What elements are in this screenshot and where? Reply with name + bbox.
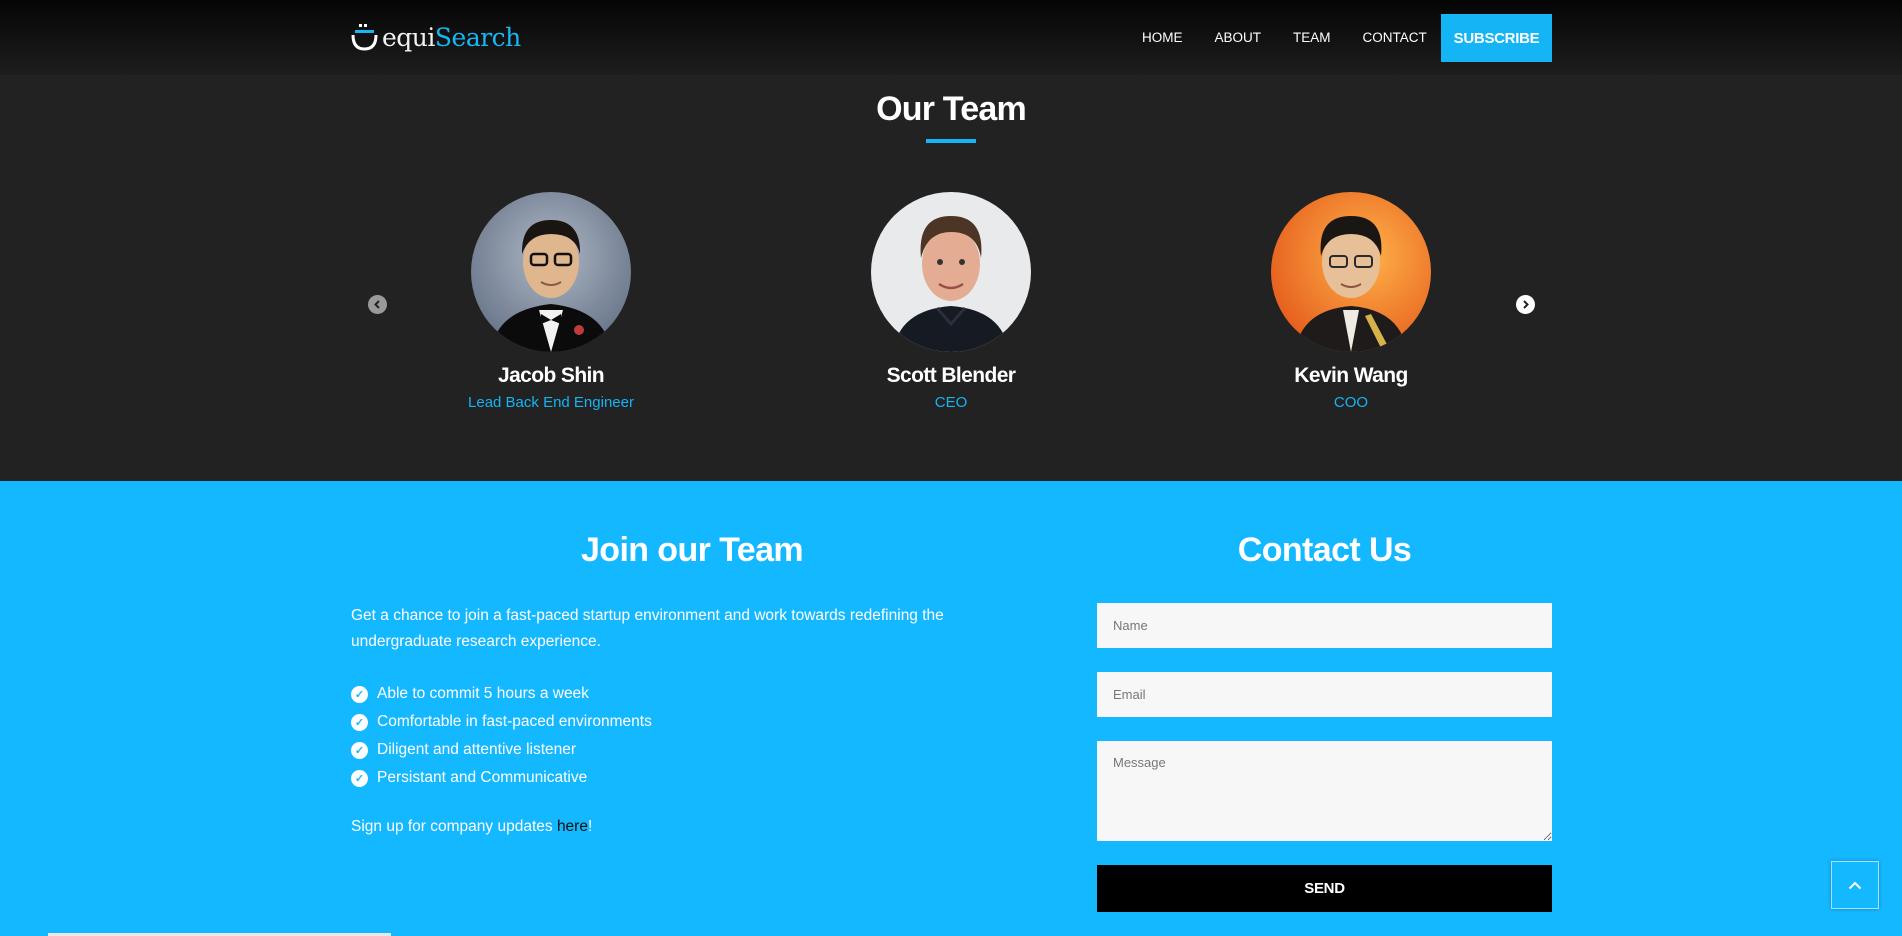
equisearch-logo-icon <box>351 22 378 52</box>
subscribe-button[interactable]: SUBSCRIBE <box>1441 14 1552 62</box>
requirement-text: Able to commit 5 hours a week <box>377 685 589 702</box>
signup-suffix: ! <box>587 818 593 835</box>
message-textarea[interactable] <box>1097 741 1552 841</box>
nav-about[interactable]: ABOUT <box>1215 30 1262 45</box>
team-member-card: Jacob Shin Lead Back End Engineer <box>431 192 671 411</box>
nav-team[interactable]: TEAM <box>1293 30 1331 45</box>
member-role: Lead Back End Engineer <box>468 394 634 411</box>
check-circle-icon: ✓ <box>351 713 368 731</box>
nav-menu: HOME ABOUT TEAM CONTACT <box>1142 30 1459 45</box>
join-description: Get a chance to join a fast-paced startu… <box>351 607 944 650</box>
list-item: ✓ Persistant and Communicative <box>351 764 652 792</box>
scroll-to-top-button[interactable] <box>1831 861 1879 909</box>
team-section: Our Team Jacob Shin Lead Back End Engine… <box>0 75 1902 481</box>
team-member-card: Scott Blender CEO <box>831 192 1071 411</box>
logo-text-light: equi <box>382 22 435 52</box>
signup-prefix: Sign up for company updates <box>351 818 557 835</box>
signup-text: Sign up for company updates here! <box>351 818 592 836</box>
carousel-next-icon[interactable] <box>1516 295 1535 314</box>
join-contact-section: Join our Team Get a chance to join a fas… <box>0 481 1902 936</box>
avatar <box>471 192 631 352</box>
requirement-text: Comfortable in fast-paced environments <box>377 713 652 730</box>
team-title: Our Team <box>876 90 1027 128</box>
brand-logo[interactable]: equiSearch <box>351 22 521 52</box>
list-item: ✓ Comfortable in fast-paced environments <box>351 708 652 736</box>
name-input[interactable] <box>1097 603 1552 648</box>
member-name: Scott Blender <box>886 364 1016 387</box>
check-circle-icon: ✓ <box>351 769 368 787</box>
carousel-prev-icon[interactable] <box>368 295 387 314</box>
chevron-up-icon <box>1848 881 1862 889</box>
check-circle-icon: ✓ <box>351 685 368 703</box>
avatar <box>1271 192 1431 352</box>
avatar <box>871 192 1031 352</box>
nav-contact[interactable]: CONTACT <box>1363 30 1427 45</box>
logo-text-accent: Search <box>434 22 521 52</box>
logo-wordmark: equiSearch <box>382 23 521 52</box>
top-navbar: equiSearch HOME ABOUT TEAM CONTACT SUBSC… <box>0 0 1902 75</box>
signup-link[interactable]: here <box>557 818 588 835</box>
contact-title: Contact Us <box>1237 531 1412 569</box>
team-member-card: Kevin Wang COO <box>1231 192 1471 411</box>
email-input[interactable] <box>1097 672 1552 717</box>
nav-home[interactable]: HOME <box>1142 30 1183 45</box>
list-item: ✓ Able to commit 5 hours a week <box>351 680 652 708</box>
requirement-text: Diligent and attentive listener <box>377 741 577 758</box>
member-role: CEO <box>934 394 968 411</box>
requirement-text: Persistant and Communicative <box>377 769 588 786</box>
list-item: ✓ Diligent and attentive listener <box>351 736 652 764</box>
member-name: Kevin Wang <box>1294 364 1408 387</box>
check-circle-icon: ✓ <box>351 741 368 759</box>
join-title: Join our Team <box>580 531 804 569</box>
requirements-list: ✓ Able to commit 5 hours a week ✓ Comfor… <box>351 680 652 792</box>
title-underline <box>926 139 976 143</box>
send-button[interactable]: SEND <box>1097 865 1552 912</box>
member-role: COO <box>1333 394 1369 411</box>
member-name: Jacob Shin <box>497 364 605 387</box>
